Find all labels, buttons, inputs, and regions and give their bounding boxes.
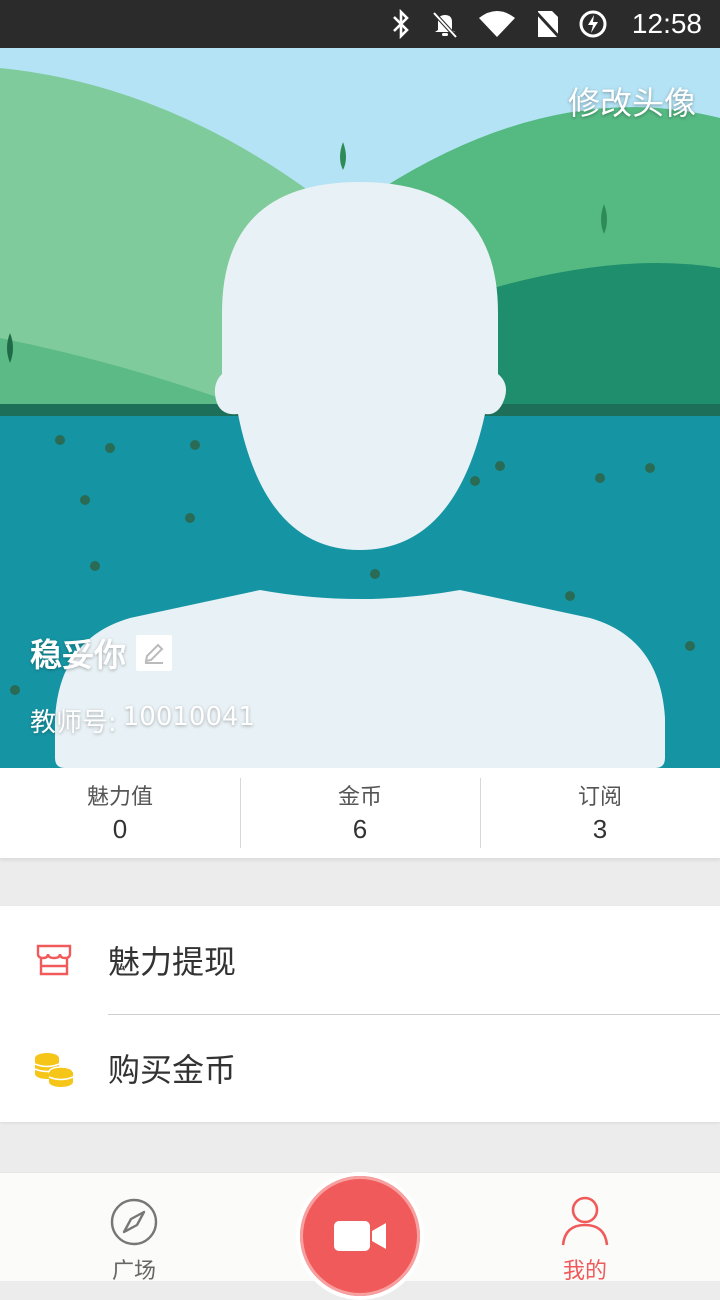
menu-item-label: 购买金币 — [108, 1051, 237, 1089]
stat-charm[interactable]: 魅力值 0 — [0, 768, 240, 858]
stats-bar: 魅力值 0 金币 6 订阅 3 — [0, 768, 720, 859]
menu-item-withdraw[interactable]: 魅力提现 — [0, 906, 720, 1015]
stat-value: 0 — [112, 814, 128, 844]
wifi-icon — [478, 10, 516, 38]
nickname: 稳妥你 — [30, 636, 127, 674]
tab-label: 广场 — [111, 1259, 156, 1284]
coins-icon — [0, 1048, 108, 1088]
status-time: 12:58 — [631, 8, 702, 39]
notifications-off-icon — [430, 9, 460, 39]
teacher-id-value: 10010041 — [122, 702, 256, 732]
profile-header: 修改头像 稳妥你 教师号: 10010041 — [0, 48, 720, 768]
stat-label: 金币 — [337, 785, 382, 810]
battery-charging-icon — [578, 9, 608, 39]
edit-icon[interactable] — [136, 635, 173, 671]
stat-label: 魅力值 — [86, 785, 153, 810]
stat-coins[interactable]: 金币 6 — [240, 768, 480, 858]
tab-label: 我的 — [562, 1259, 607, 1284]
teacher-id: 教师号: 10010041 — [30, 702, 255, 739]
tab-mine[interactable]: 我的 — [505, 1173, 665, 1284]
status-bar: 12:58 — [0, 0, 720, 48]
bluetooth-icon — [390, 9, 412, 39]
stat-value: 3 — [592, 814, 608, 844]
menu-item-label: 魅力提现 — [108, 943, 237, 981]
store-icon — [0, 940, 108, 980]
change-avatar-button[interactable]: 修改头像 — [568, 78, 696, 124]
no-sim-icon — [534, 9, 560, 39]
record-video-button[interactable] — [296, 1172, 424, 1300]
nickname-row: 稳妥你 — [30, 630, 173, 676]
video-camera-icon — [334, 1221, 386, 1251]
stat-value: 6 — [352, 814, 368, 844]
user-icon — [561, 1196, 609, 1246]
tab-square[interactable]: 广场 — [54, 1173, 214, 1284]
compass-icon — [110, 1198, 158, 1246]
stat-subscriptions[interactable]: 订阅 3 — [480, 768, 720, 858]
menu-item-buy-coins[interactable]: 购买金币 — [0, 1014, 720, 1122]
menu-list: 魅力提现 购买金币 — [0, 906, 720, 1122]
teacher-id-label: 教师号: — [30, 708, 117, 738]
stat-label: 订阅 — [577, 785, 622, 810]
